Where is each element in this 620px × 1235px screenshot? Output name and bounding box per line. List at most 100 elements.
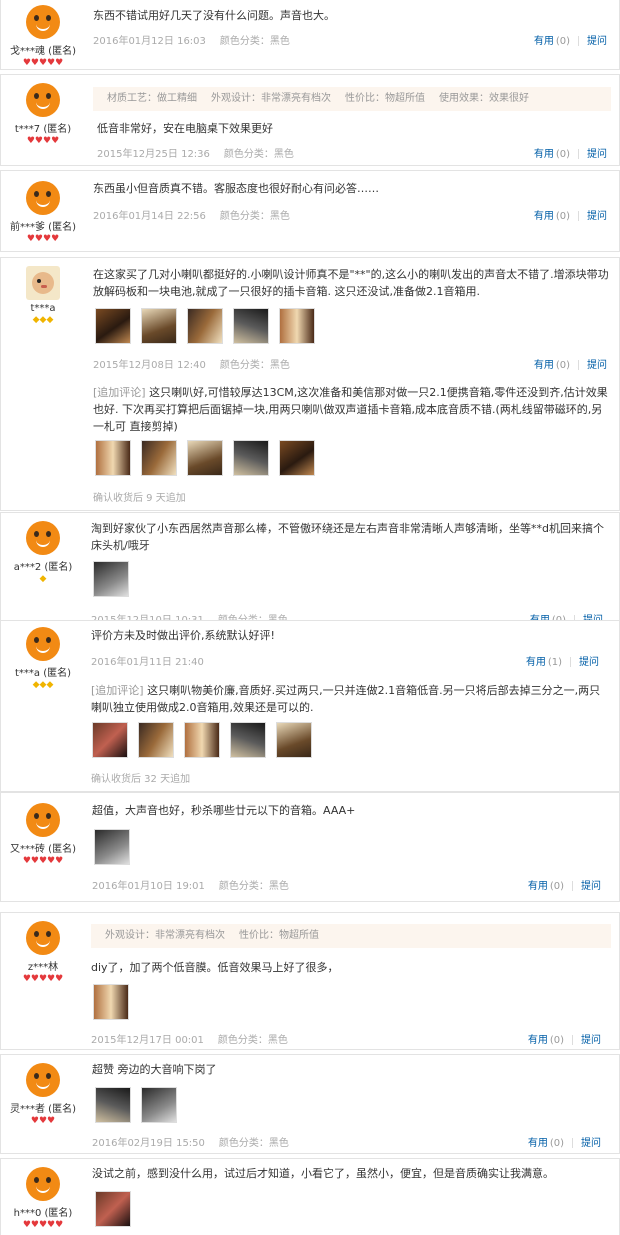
ask-button[interactable]: 提问 [579,657,599,668]
username: h***0 (匿名) [13,1208,73,1219]
review-date: 2015年12月25日 12:36 [97,149,210,160]
user-level-icon: ♥♥♥ [30,1116,56,1126]
color-category: 颜色分类：黑色 [219,211,290,222]
useful-button[interactable]: 有用 [534,36,554,47]
review-text: 超赞 旁边的大音响下岗了 [92,1063,217,1076]
color-category: 颜色分类：黑色 [217,1035,288,1046]
review-photo[interactable] [230,722,266,758]
review-item: a***2 (匿名) ◆ 淘到好家伙了小东西居然声音那么棒，不管傲环绕还是左右声… [0,512,620,624]
append-text: 这只喇叭好,可惜较厚达13CM,这次准备和美信那对做一只2.1便携音箱,零件还没… [93,386,608,433]
ask-button[interactable]: 提问 [587,149,607,160]
review-photo[interactable] [95,308,131,344]
review-photo[interactable] [141,440,177,476]
review-photos [95,1087,187,1125]
review-photo[interactable] [95,440,131,476]
review-meta: 2016年01月12日 16:03 颜色分类：黑色 [93,32,290,47]
review-photo[interactable] [95,1087,131,1123]
review-photos [94,829,140,867]
username: 又***砖 (匿名) [10,844,76,855]
useful-button[interactable]: 有用 [534,149,554,160]
append-label: [追加评论] [93,386,146,399]
ask-button[interactable]: 提问 [587,211,607,222]
append-footer: 确认收货后 32 天追加 [91,774,191,785]
divider [572,1035,573,1045]
user-level-icon: ◆◆◆ [32,315,54,325]
review-item: z***林 ♥♥♥♥♥ 外观设计：非常漂亮有档次 性价比：物超所值 diy了，加了… [0,912,620,1050]
ask-button[interactable]: 提问 [581,1035,601,1046]
ask-button[interactable]: 提问 [581,1138,601,1149]
review-photo[interactable] [95,1191,131,1227]
review-meta: 2016年02月19日 15:50 颜色分类：黑色 [92,1134,289,1149]
avatar [26,266,60,300]
user-level-icon: ♥♥♥♥ [26,234,60,244]
review-meta: 2016年01月10日 19:01 颜色分类：黑色 [92,877,289,892]
review-date: 2016年01月10日 19:01 [92,881,205,892]
review-text: 东西虽小但音质真不错。客服态度也很好耐心有问必答…… [93,182,379,195]
append-footer: 确认收货后 9 天追加 [93,493,186,504]
review-text: 没试之前，感到没什么用，试过后才知道，小看它了，虽然小，便宜，但是音质确实让我满… [92,1167,554,1180]
review-actions: 有用(0) 提问 [534,32,607,47]
ask-button[interactable]: 提问 [581,881,601,892]
review-photo[interactable] [279,308,315,344]
append-review: [追加评论] 这只喇叭好,可惜较厚达13CM,这次准备和美信那对做一只2.1便携… [93,384,613,435]
review-item: 灵***者 (匿名) ♥♥♥ 超赞 旁边的大音响下岗了 2016年02月19日 … [0,1054,620,1154]
review-photo[interactable] [93,561,129,597]
divider [572,1138,573,1148]
review-user: 戈***魂 (匿名) ♥♥♥♥♥ [1,5,85,68]
review-photo[interactable] [138,722,174,758]
review-tags: 外观设计：非常漂亮有档次 性价比：物超所值 [91,924,611,948]
review-actions: 有用(0) 提问 [528,1031,601,1046]
review-photos [93,561,139,599]
review-user: h***0 (匿名) ♥♥♥♥♥ [1,1167,85,1230]
divider [570,657,571,667]
useful-count: (0) [549,1035,564,1046]
review-photo[interactable] [233,308,269,344]
review-tags: 材质工艺：做工精细 外观设计：非常漂亮有档次 性价比：物超所值 使用效果：效果很好 [93,87,611,111]
avatar [26,83,60,117]
review-photo[interactable] [279,440,315,476]
useful-count: (0) [555,360,570,371]
avatar [26,627,60,661]
review-user: 又***砖 (匿名) ♥♥♥♥♥ [1,803,85,866]
ask-button[interactable]: 提问 [587,36,607,47]
review-photo[interactable] [276,722,312,758]
review-photo[interactable] [141,308,177,344]
useful-button[interactable]: 有用 [528,881,548,892]
useful-count: (1) [547,657,562,668]
user-level-icon: ♥♥♥♥♥ [22,856,64,866]
avatar [26,181,60,215]
review-text: 评价方未及时做出评价,系统默认好评! [91,629,275,642]
user-level-icon: ♥♥♥♥♥ [22,1220,64,1230]
review-text: 超值，大声音也好，秒杀哪些廿元以下的音箱。AAA+ [92,804,356,817]
review-date: 2016年02月19日 15:50 [92,1138,205,1149]
useful-button[interactable]: 有用 [534,211,554,222]
username: 前***爹 (匿名) [10,222,76,233]
review-photo[interactable] [93,984,129,1020]
color-category: 颜色分类：黑色 [218,881,289,892]
useful-count: (0) [549,881,564,892]
useful-count: (0) [555,211,570,222]
review-photo[interactable] [184,722,220,758]
review-photo[interactable] [141,1087,177,1123]
review-meta: 2016年01月14日 22:56 颜色分类：黑色 [93,207,290,222]
review-photo[interactable] [187,308,223,344]
useful-button[interactable]: 有用 [528,1035,548,1046]
ask-button[interactable]: 提问 [587,360,607,371]
divider [578,149,579,159]
review-photo[interactable] [233,440,269,476]
useful-count: (0) [555,36,570,47]
review-actions: 有用(0) 提问 [534,207,607,222]
review-text: 低音非常好，安在电脑桌下效果更好 [97,122,273,135]
review-photos [95,308,325,346]
useful-button[interactable]: 有用 [528,1138,548,1149]
user-level-icon: ◆ [39,574,47,584]
review-item: t***7 (匿名) ♥♥♥♥ 材质工艺：做工精细 外观设计：非常漂亮有档次 性价比… [0,74,620,166]
review-photo[interactable] [94,829,130,865]
useful-button[interactable]: 有用 [526,657,546,668]
avatar [26,5,60,39]
review-photo[interactable] [92,722,128,758]
review-photos [93,984,139,1022]
review-photo[interactable] [187,440,223,476]
useful-button[interactable]: 有用 [534,360,554,371]
review-actions: 有用 (1) 提问 [526,653,599,668]
